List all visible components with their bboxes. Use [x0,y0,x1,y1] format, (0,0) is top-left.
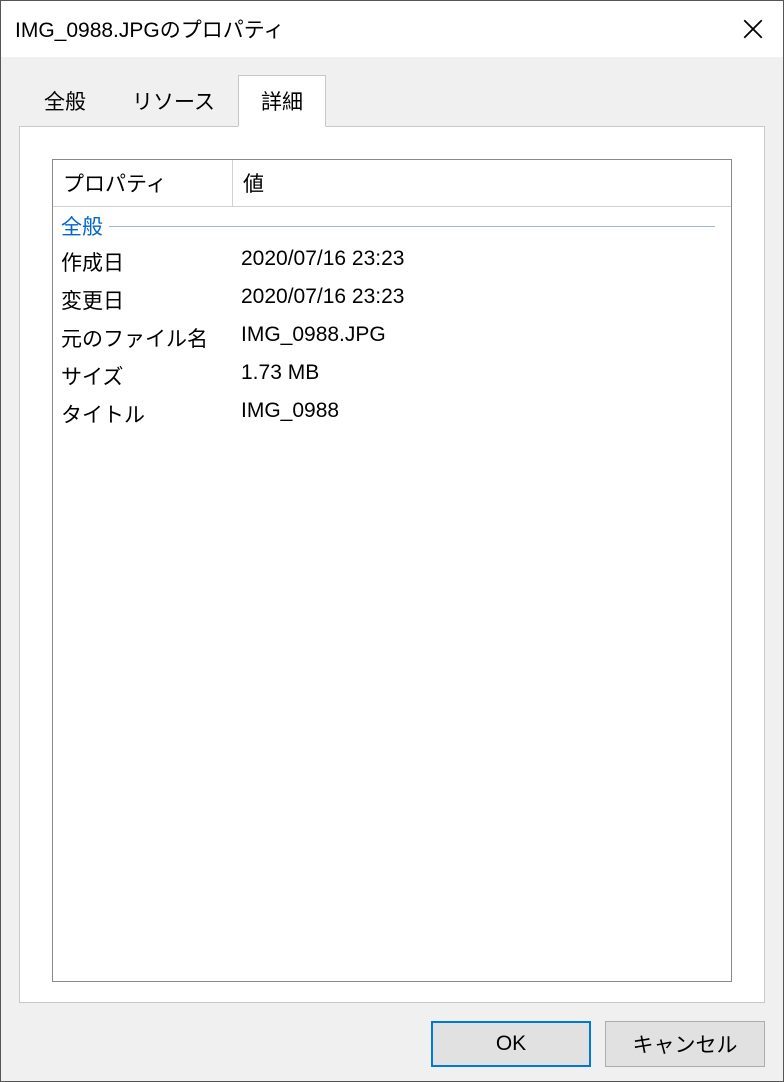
prop-original-filename: 元のファイル名 [53,323,233,353]
val-modified: 2020/07/16 23:23 [233,285,731,315]
group-general: 全般 [53,207,731,243]
table-body: 作成日 2020/07/16 23:23 変更日 2020/07/16 23:2… [53,243,731,981]
group-divider [109,226,715,227]
val-original-filename: IMG_0988.JPG [233,323,731,353]
cancel-button[interactable]: キャンセル [605,1021,765,1067]
prop-created: 作成日 [53,247,233,277]
table-row[interactable]: タイトル IMG_0988 [53,395,731,433]
tab-content-details: プロパティ 値 全般 作成日 2020/07/16 23:23 変更日 2020… [19,126,765,1003]
val-title: IMG_0988 [233,399,731,429]
properties-dialog: IMG_0988.JPGのプロパティ 全般 リソース 詳細 プロパティ 値 全般 [0,0,784,1082]
tab-strip: 全般 リソース 詳細 [21,75,765,127]
dialog-footer: OK キャンセル [19,1003,765,1067]
val-created: 2020/07/16 23:23 [233,247,731,277]
group-label: 全般 [61,211,109,241]
table-row[interactable]: 作成日 2020/07/16 23:23 [53,243,731,281]
dialog-body: 全般 リソース 詳細 プロパティ 値 全般 作成日 2020/07/16 23:… [1,57,783,1081]
window-title: IMG_0988.JPGのプロパティ [15,14,723,44]
tab-details[interactable]: 詳細 [238,75,326,127]
table-row[interactable]: 変更日 2020/07/16 23:23 [53,281,731,319]
table-row[interactable]: 元のファイル名 IMG_0988.JPG [53,319,731,357]
table-row[interactable]: サイズ 1.73 MB [53,357,731,395]
titlebar: IMG_0988.JPGのプロパティ [1,1,783,57]
column-header-value[interactable]: 値 [233,160,731,207]
column-header-property[interactable]: プロパティ [53,160,233,207]
ok-button[interactable]: OK [431,1021,591,1067]
val-size: 1.73 MB [233,361,731,391]
close-button[interactable] [723,1,783,57]
prop-modified: 変更日 [53,285,233,315]
tab-resource[interactable]: リソース [109,75,238,127]
table-header: プロパティ 値 [53,160,731,207]
prop-size: サイズ [53,361,233,391]
property-table: プロパティ 値 全般 作成日 2020/07/16 23:23 変更日 2020… [52,159,732,982]
prop-title: タイトル [53,399,233,429]
tab-general[interactable]: 全般 [21,75,109,127]
close-icon [743,19,763,39]
